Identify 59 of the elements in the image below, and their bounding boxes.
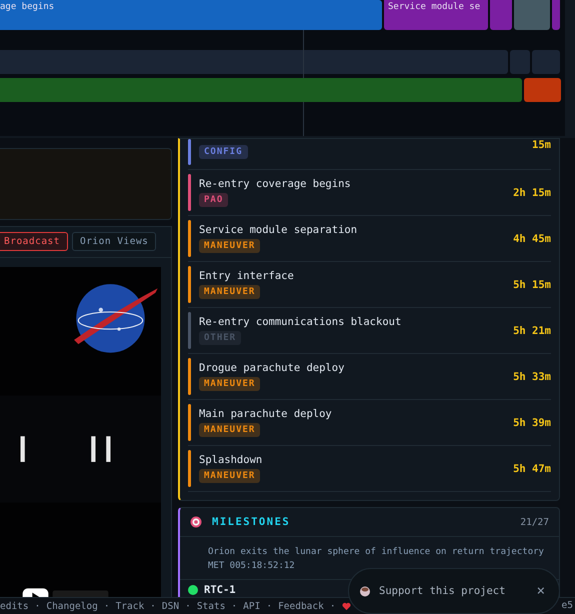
event-title: Entry interface <box>199 270 295 282</box>
timeline-bar[interactable] <box>0 50 508 74</box>
video-tab[interactable]: Orion Views <box>72 232 156 251</box>
footer-link[interactable]: Track <box>116 600 144 612</box>
event-tag: CONFIG <box>199 145 248 159</box>
footer-link[interactable]: Feedback <box>278 600 324 612</box>
separator: · <box>266 600 272 612</box>
event-tag: MANEUVER <box>199 469 260 483</box>
separator: · <box>150 600 156 612</box>
event-time: 5h 21m <box>513 324 551 336</box>
event-tag: PAO <box>199 193 228 207</box>
timeline-bar[interactable]: age begins <box>0 0 382 30</box>
event-time: 4h 45m <box>513 232 551 244</box>
separator: · <box>231 600 238 612</box>
event-title: Re-entry coverage begins <box>199 178 352 190</box>
event-tag: MANEUVER <box>199 239 260 253</box>
event-title: Drogue parachute deploy <box>199 362 346 374</box>
heart-icon <box>342 602 351 610</box>
footer-link[interactable]: Changelog <box>46 600 98 612</box>
timeline-bar[interactable] <box>514 0 550 30</box>
event-title: Main parachute deploy <box>199 408 333 420</box>
separator: · <box>104 600 110 612</box>
support-label[interactable]: Support this project <box>379 585 529 597</box>
event-tag: MANEUVER <box>199 423 260 437</box>
milestones-title: MILESTONES <box>212 516 292 528</box>
event-title: Service module separation <box>199 224 358 236</box>
event-time: 15m <box>532 139 551 151</box>
close-button[interactable]: × <box>536 583 545 599</box>
cup-icon <box>359 585 371 597</box>
separator: · <box>330 600 336 612</box>
timeline-bar[interactable] <box>552 0 560 30</box>
event-time: 5h 39m <box>513 416 551 428</box>
footer-link[interactable]: DSN <box>162 600 180 612</box>
milestone-description: Orion exits the lunar sphere of influence on return trajectory <box>208 546 545 559</box>
timeline-bar[interactable] <box>490 0 512 30</box>
footer-link[interactable]: Stats <box>196 600 226 612</box>
event-time: 5h 15m <box>513 278 551 290</box>
event-title: Splashdown <box>199 454 264 466</box>
video-tab[interactable]: Broadcast <box>0 232 68 251</box>
event-tag: MANEUVER <box>199 285 260 299</box>
event-time: 5h 33m <box>513 370 551 382</box>
separator: · <box>34 600 40 612</box>
separator: · <box>185 600 191 612</box>
timeline-bar[interactable] <box>532 50 560 74</box>
target-icon <box>190 516 202 528</box>
timeline-bar[interactable] <box>0 78 522 102</box>
footer-text: e5 <box>562 600 573 611</box>
timeline-bar[interactable] <box>524 78 561 102</box>
footer-link[interactable]: API <box>243 600 260 612</box>
timeline-bar[interactable]: Service module se <box>384 0 488 30</box>
event-time: 2h 15m <box>513 186 551 198</box>
event-title: Re-entry communications blackout <box>199 316 402 328</box>
footer-link[interactable]: edits <box>0 600 29 612</box>
milestone-name: RTC-1 <box>204 584 236 596</box>
event-tag: MANEUVER <box>199 377 260 391</box>
timeline-bar[interactable] <box>510 50 530 74</box>
event-time: 5h 47m <box>513 462 551 474</box>
milestones-count: 21/27 <box>520 516 549 528</box>
milestone-met: MET 005:18:52:12 <box>208 560 296 573</box>
